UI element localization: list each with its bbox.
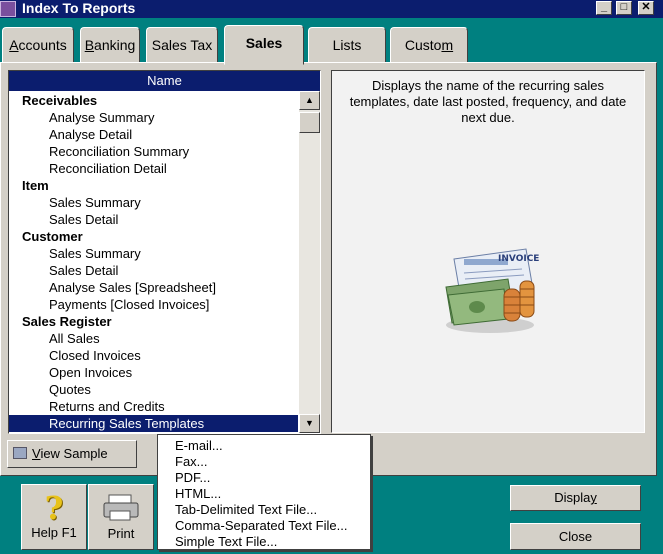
title-bar: Index To Reports _ □ ✕ bbox=[0, 0, 663, 18]
print-label: Print bbox=[107, 526, 135, 541]
menu-item-pdf[interactable]: PDF... bbox=[158, 470, 370, 486]
list-item[interactable]: Sales Detail bbox=[9, 211, 118, 228]
tab-accounts[interactable]: Accounts bbox=[2, 27, 74, 63]
help-label: Help F1 bbox=[31, 525, 77, 540]
close-button[interactable]: Close bbox=[510, 523, 641, 550]
list-item[interactable]: Analyse Sales [Spreadsheet] bbox=[9, 279, 216, 296]
display-button[interactable]: Display bbox=[510, 485, 641, 511]
list-item[interactable]: Reconciliation Detail bbox=[9, 160, 167, 177]
list-category: Item bbox=[22, 178, 49, 193]
invoice-label: INVOICE bbox=[498, 254, 539, 264]
list-item[interactable]: Analyse Summary bbox=[9, 109, 154, 126]
list-item[interactable]: Quotes bbox=[9, 381, 91, 398]
view-sample-icon bbox=[13, 447, 27, 459]
list-item[interactable]: Payments [Closed Invoices] bbox=[9, 296, 209, 313]
list-item[interactable]: Returns and Credits bbox=[9, 398, 165, 415]
menu-item-tab-delimited[interactable]: Tab-Delimited Text File... bbox=[158, 502, 370, 518]
invoice-money-icon: INVOICE bbox=[445, 248, 539, 333]
menu-item-email[interactable]: E-mail... bbox=[158, 438, 370, 454]
tab-banking[interactable]: Banking bbox=[80, 27, 140, 63]
tab-sales-tax[interactable]: Sales Tax bbox=[146, 27, 218, 63]
menu-item-html[interactable]: HTML... bbox=[158, 486, 370, 502]
list-item[interactable]: Recurring Sales Templates bbox=[9, 415, 298, 432]
list-item[interactable]: Sales Summary bbox=[9, 194, 141, 211]
report-list[interactable]: Name Receivables Analyse Summary Analyse D… bbox=[8, 70, 321, 434]
report-description: Displays the name of the recurring sales… bbox=[349, 78, 627, 125]
printer-icon bbox=[103, 494, 139, 521]
menu-item-comma-separated[interactable]: Comma-Separated Text File... bbox=[158, 518, 370, 534]
menu-item-fax[interactable]: Fax... bbox=[158, 454, 370, 470]
list-item[interactable]: Closed Invoices bbox=[9, 347, 141, 364]
maximize-button[interactable]: □ bbox=[616, 1, 632, 15]
help-button[interactable]: ? Help F1 bbox=[21, 484, 87, 550]
app-icon bbox=[0, 1, 16, 17]
list-item[interactable]: Analyse Detail bbox=[9, 126, 132, 143]
tab-sales[interactable]: Sales bbox=[224, 25, 304, 65]
scroll-thumb[interactable] bbox=[299, 112, 320, 133]
list-item[interactable]: Sales Summary bbox=[9, 245, 141, 262]
tab-custom[interactable]: Custom bbox=[390, 27, 468, 63]
close-window-button[interactable]: ✕ bbox=[638, 1, 654, 15]
list-category: Customer bbox=[22, 229, 83, 244]
tab-lists[interactable]: Lists bbox=[308, 27, 386, 63]
export-menu: E-mail... Fax... PDF... HTML... Tab-Deli… bbox=[157, 434, 371, 550]
scroll-down-button[interactable]: ▼ bbox=[299, 414, 320, 433]
menu-item-simple-text[interactable]: Simple Text File... bbox=[158, 534, 370, 550]
list-category: Sales Register bbox=[22, 314, 112, 329]
list-item[interactable]: Sales Detail bbox=[9, 262, 118, 279]
list-item[interactable]: Open Invoices bbox=[9, 364, 132, 381]
list-header: Name bbox=[9, 71, 320, 91]
description-panel: Displays the name of the recurring sales… bbox=[331, 70, 645, 433]
print-button[interactable]: Print bbox=[88, 484, 154, 550]
scroll-up-button[interactable]: ▲ bbox=[299, 91, 320, 110]
window-title: Index To Reports bbox=[22, 0, 136, 16]
list-item[interactable]: All Sales bbox=[9, 330, 100, 347]
minimize-button[interactable]: _ bbox=[596, 1, 612, 15]
list-category: Receivables bbox=[22, 93, 98, 108]
vertical-scrollbar[interactable]: ▲ ▼ bbox=[299, 91, 320, 433]
view-sample-button[interactable]: View Sample bbox=[7, 440, 137, 468]
question-mark-icon: ? bbox=[44, 489, 64, 527]
list-item[interactable]: Reconciliation Summary bbox=[9, 143, 189, 160]
